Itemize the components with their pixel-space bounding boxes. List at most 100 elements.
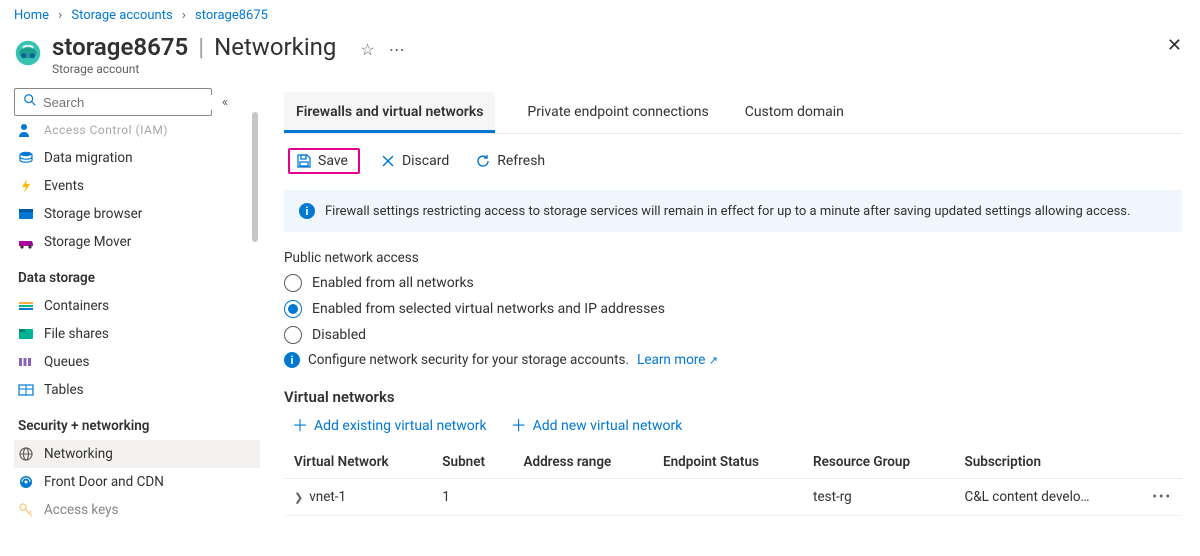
col-endpoint-status[interactable]: Endpoint Status <box>653 446 803 479</box>
sidebar-item-storage-browser[interactable]: Storage browser <box>14 200 260 228</box>
title-separator: | <box>198 33 204 61</box>
sidebar-item-networking[interactable]: Networking <box>14 440 260 468</box>
hint-text: Configure network security for your stor… <box>308 352 629 368</box>
storage-browser-icon <box>18 206 34 222</box>
breadcrumb-resource[interactable]: storage8675 <box>195 8 268 23</box>
file-shares-icon <box>18 326 34 342</box>
more-actions-icon[interactable]: ⋯ <box>389 40 405 59</box>
storage-account-icon <box>14 39 42 67</box>
page-subtitle: Storage account <box>52 62 405 76</box>
sidebar-item-events[interactable]: Events <box>14 172 260 200</box>
configure-security-hint: i Configure network security for your st… <box>284 352 1182 368</box>
col-virtual-network[interactable]: Virtual Network <box>284 446 432 479</box>
radio-label: Enabled from selected virtual networks a… <box>312 301 665 317</box>
breadcrumb-home[interactable]: Home <box>14 8 49 23</box>
cell-subscription: C&L content develo… <box>954 479 1142 516</box>
close-icon[interactable]: ✕ <box>1167 35 1182 56</box>
access-control-icon <box>18 122 34 138</box>
refresh-button-label: Refresh <box>497 153 545 169</box>
sidebar: « Access Control (IAM) Data migration Ev… <box>0 88 260 554</box>
sidebar-item-front-door-cdn[interactable]: Front Door and CDN <box>14 468 260 496</box>
sidebar-item-label: Front Door and CDN <box>44 474 164 490</box>
col-subnet[interactable]: Subnet <box>432 446 513 479</box>
breadcrumb: Home › Storage accounts › storage8675 <box>0 0 1200 27</box>
radio-enabled-all-networks[interactable]: Enabled from all networks <box>284 274 1182 292</box>
plus-icon: ＋ <box>292 418 308 434</box>
sidebar-item-storage-mover[interactable]: Storage Mover <box>14 228 260 256</box>
sidebar-item-file-shares[interactable]: File shares <box>14 320 260 348</box>
sidebar-item-access-control[interactable]: Access Control (IAM) <box>14 122 260 144</box>
sidebar-item-label: File shares <box>44 326 109 342</box>
add-new-vnet-button[interactable]: ＋Add new virtual network <box>511 418 683 434</box>
discard-icon <box>380 153 396 169</box>
search-box[interactable] <box>14 88 212 116</box>
chevron-right-icon: › <box>182 8 186 23</box>
events-icon <box>18 178 34 194</box>
chevron-right-icon: › <box>58 8 62 23</box>
cell-vnet-name: vnet-1 <box>309 489 346 505</box>
refresh-button[interactable]: Refresh <box>469 150 551 172</box>
page-title-section: Networking <box>214 33 336 61</box>
data-migration-icon <box>18 150 34 166</box>
sidebar-item-queues[interactable]: Queues <box>14 348 260 376</box>
cell-subnet: 1 <box>432 479 513 516</box>
virtual-networks-heading: Virtual networks <box>284 388 1182 406</box>
row-more-actions-icon[interactable]: ••• <box>1142 479 1182 516</box>
public-network-access-label: Public network access <box>284 250 1182 266</box>
containers-icon <box>18 298 34 314</box>
queues-icon <box>18 354 34 370</box>
sidebar-item-label: Data migration <box>44 150 133 166</box>
scrollbar-thumb[interactable] <box>252 112 258 242</box>
main-content: Firewalls and virtual networks Private e… <box>260 88 1200 554</box>
tab-private-endpoint-connections[interactable]: Private endpoint connections <box>523 92 712 133</box>
radio-icon <box>284 300 302 318</box>
sidebar-item-label: Containers <box>44 298 109 314</box>
sidebar-nav: Access Control (IAM) Data migration Even… <box>14 122 260 524</box>
tab-firewalls-virtual-networks[interactable]: Firewalls and virtual networks <box>284 92 495 133</box>
radio-icon <box>284 274 302 292</box>
breadcrumb-storage-accounts[interactable]: Storage accounts <box>71 8 172 23</box>
tab-custom-domain[interactable]: Custom domain <box>741 92 848 133</box>
networking-icon <box>18 446 34 462</box>
save-button-label: Save <box>318 153 348 169</box>
add-existing-vnet-button[interactable]: ＋ Add existing virtual network <box>292 418 487 434</box>
col-address-range[interactable]: Address range <box>513 446 653 479</box>
add-new-label: Add new virtual network <box>533 418 683 434</box>
sidebar-item-label: Storage Mover <box>44 234 131 250</box>
sidebar-item-tables[interactable]: Tables <box>14 376 260 404</box>
save-button[interactable]: Save <box>288 148 360 174</box>
collapse-sidebar-icon[interactable]: « <box>222 95 228 110</box>
table-row[interactable]: ❯ vnet-1 1 test-rg C&L content develo… ••… <box>284 479 1182 516</box>
cell-resource-group: test-rg <box>803 479 954 516</box>
sidebar-item-label: Events <box>44 178 84 194</box>
search-input[interactable] <box>43 95 219 110</box>
storage-mover-icon <box>18 234 34 250</box>
learn-more-link[interactable]: Learn more ↗ <box>637 352 718 368</box>
col-subscription[interactable]: Subscription <box>954 446 1142 479</box>
expand-row-icon[interactable]: ❯ <box>294 491 303 504</box>
discard-button[interactable]: Discard <box>374 150 455 172</box>
sidebar-item-label: Access keys <box>44 502 119 518</box>
add-existing-label: Add existing virtual network <box>314 418 487 434</box>
virtual-networks-table: Virtual Network Subnet Address range End… <box>284 446 1182 516</box>
col-resource-group[interactable]: Resource Group <box>803 446 954 479</box>
radio-label: Enabled from all networks <box>312 275 474 291</box>
sidebar-item-data-migration[interactable]: Data migration <box>14 144 260 172</box>
refresh-icon <box>475 153 491 169</box>
favorite-star-icon[interactable]: ☆ <box>360 40 374 59</box>
sidebar-item-label: Tables <box>44 382 84 398</box>
sidebar-item-label: Storage browser <box>44 206 142 222</box>
sidebar-item-label: Networking <box>44 446 113 462</box>
sidebar-item-access-keys[interactable]: Access keys <box>14 496 260 524</box>
sidebar-section-data-storage: Data storage <box>14 256 260 292</box>
command-bar: Save Discard Refresh <box>284 134 1182 188</box>
page-header: storage8675 | Networking ☆ ⋯ Storage acc… <box>0 27 1200 88</box>
sidebar-item-containers[interactable]: Containers <box>14 292 260 320</box>
access-keys-icon <box>18 502 34 518</box>
radio-enabled-selected-networks[interactable]: Enabled from selected virtual networks a… <box>284 300 1182 318</box>
radio-disabled[interactable]: Disabled <box>284 326 1182 344</box>
sidebar-item-label: Queues <box>44 354 89 370</box>
discard-button-label: Discard <box>402 153 449 169</box>
cell-address-range <box>513 479 653 516</box>
radio-icon <box>284 326 302 344</box>
